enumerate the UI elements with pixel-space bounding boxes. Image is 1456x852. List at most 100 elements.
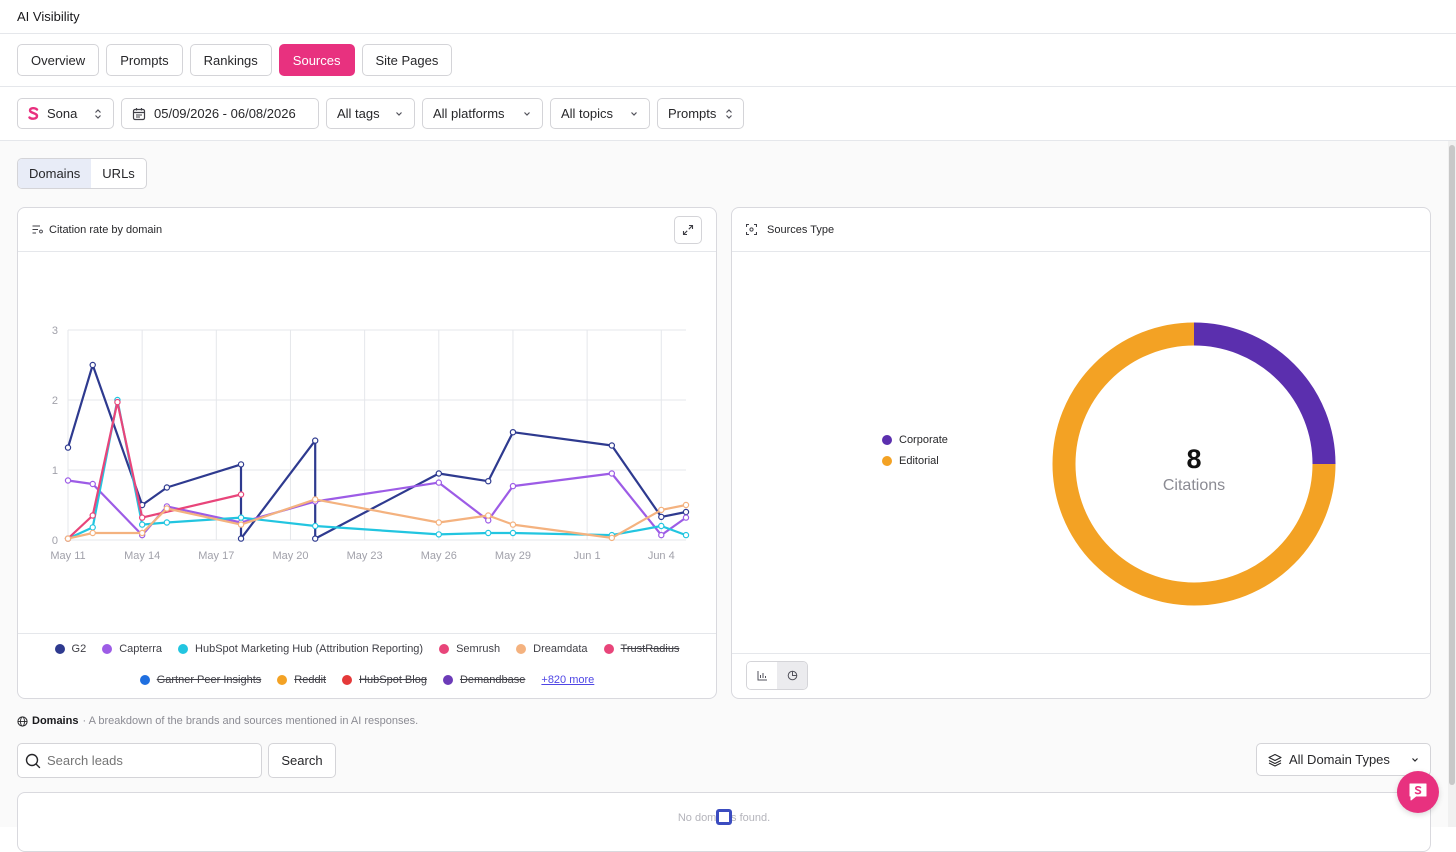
data-point[interactable]: [509, 529, 517, 537]
data-point[interactable]: [658, 506, 665, 514]
data-point[interactable]: [237, 521, 245, 528]
legend-more-link[interactable]: +820 more: [541, 674, 594, 686]
data-point[interactable]: [237, 491, 245, 498]
legend-item-capterra[interactable]: Capterra: [102, 643, 162, 655]
donut-slice-corporate[interactable]: [1193, 322, 1336, 465]
data-point[interactable]: [435, 531, 442, 538]
view-toggle-urls[interactable]: URLs: [91, 159, 146, 188]
data-point[interactable]: [312, 522, 319, 530]
sources-type-card-header: Sources Type: [732, 208, 1430, 252]
data-point[interactable]: [89, 361, 96, 369]
platforms-select[interactable]: All platforms: [422, 98, 543, 129]
tab-prompts[interactable]: Prompts: [106, 44, 183, 76]
data-point[interactable]: [485, 512, 492, 519]
search-input[interactable]: [47, 753, 247, 768]
legend-item-semrush[interactable]: Semrush: [439, 643, 500, 655]
domain-types-select[interactable]: All Domain Types: [1256, 743, 1431, 776]
data-point[interactable]: [682, 531, 690, 539]
data-point[interactable]: [682, 501, 690, 509]
data-point[interactable]: [64, 444, 72, 451]
data-point[interactable]: [89, 524, 96, 531]
search-field[interactable]: [17, 743, 262, 778]
tab-sources[interactable]: Sources: [278, 44, 355, 76]
data-point[interactable]: [163, 505, 171, 512]
data-point[interactable]: [64, 477, 72, 484]
pie-legend-editorial[interactable]: Editorial: [882, 455, 948, 467]
data-point[interactable]: [485, 529, 492, 537]
data-point[interactable]: [658, 513, 665, 521]
data-point[interactable]: [312, 535, 319, 542]
expand-chart-button[interactable]: [674, 216, 702, 244]
tab-rankings[interactable]: Rankings: [189, 44, 272, 76]
pie-chart-toggle[interactable]: [777, 662, 807, 689]
data-point[interactable]: [64, 535, 72, 542]
data-point[interactable]: [658, 522, 665, 530]
globe-icon: [17, 715, 28, 727]
data-point[interactable]: [138, 514, 146, 521]
legend-label: Reddit: [294, 674, 327, 686]
brand-select[interactable]: Sona: [17, 98, 114, 129]
data-point[interactable]: [138, 521, 146, 528]
data-point[interactable]: [89, 480, 96, 488]
legend-item-dreamdata[interactable]: Dreamdata: [516, 643, 588, 655]
data-point[interactable]: [509, 482, 517, 490]
data-point[interactable]: [682, 508, 690, 516]
main-content: Domains URLs Citation rate by domain 0 1 2…: [0, 141, 1448, 852]
data-point[interactable]: [435, 519, 442, 526]
data-point[interactable]: [435, 479, 442, 486]
legend-label: Gartner Peer Insights: [156, 674, 262, 686]
bar-chart-toggle[interactable]: [747, 662, 777, 689]
date-range-label: 05/09/2026 - 06/08/2026: [154, 106, 296, 121]
page-scrollbar[interactable]: [1448, 141, 1456, 827]
series-line-hubspot-marketing-hub-attribution-reporting-[interactable]: [67, 398, 687, 540]
tab-site-pages[interactable]: Site Pages: [361, 44, 453, 76]
legend-item-reddit[interactable]: Reddit: [277, 674, 326, 686]
domain-types-label: All Domain Types: [1289, 752, 1390, 767]
data-point[interactable]: [89, 529, 96, 537]
legend-item-g2[interactable]: G2: [54, 643, 86, 655]
scrollbar-thumb[interactable]: [1449, 145, 1455, 785]
data-point[interactable]: [608, 534, 616, 542]
legend-item-trustradius[interactable]: TrustRadius: [603, 643, 679, 655]
data-point[interactable]: [509, 521, 517, 528]
date-range-picker[interactable]: 05/09/2026 - 06/08/2026: [121, 98, 319, 129]
data-point[interactable]: [485, 477, 492, 485]
data-point[interactable]: [138, 529, 146, 537]
data-point[interactable]: [312, 437, 319, 444]
view-toggle-domains[interactable]: Domains: [18, 159, 92, 188]
legend-item-gartner-peer-insights[interactable]: Gartner Peer Insights: [139, 674, 262, 686]
legend-item-demandbase[interactable]: Demandbase: [442, 674, 525, 686]
legend-label: Editorial: [899, 455, 939, 467]
data-point[interactable]: [237, 461, 245, 468]
chevron-down-icon: [631, 111, 637, 116]
chat-widget-button[interactable]: [1397, 771, 1439, 813]
data-point[interactable]: [682, 514, 690, 521]
legend-item-hubspot-blog[interactable]: HubSpot Blog: [342, 674, 427, 686]
data-point[interactable]: [237, 535, 245, 542]
search-button[interactable]: Search: [268, 743, 336, 778]
data-point[interactable]: [509, 428, 517, 436]
data-point[interactable]: [163, 519, 171, 526]
mode-select[interactable]: Prompts: [657, 98, 744, 129]
data-point[interactable]: [114, 398, 121, 406]
data-point[interactable]: [435, 470, 442, 477]
tags-select[interactable]: All tags: [326, 98, 415, 129]
tab-overview[interactable]: Overview: [17, 44, 100, 76]
data-point[interactable]: [89, 512, 96, 519]
legend-item-hubspot-marketing-hub[interactable]: HubSpot Marketing Hub (Attribution Repor…: [178, 643, 423, 655]
series-line-capterra[interactable]: [67, 472, 687, 537]
data-point[interactable]: [237, 514, 245, 521]
chevron-down-icon: [524, 111, 530, 116]
pie-legend-corporate[interactable]: Corporate: [882, 434, 948, 446]
data-point[interactable]: [163, 484, 171, 491]
data-point[interactable]: [658, 531, 665, 539]
layers-icon: [1268, 753, 1282, 767]
chat-bubble-icon: [1409, 783, 1427, 801]
data-point[interactable]: [312, 496, 319, 503]
data-point[interactable]: [608, 442, 616, 449]
tab-bar: Overview Prompts Rankings Sources Site P…: [0, 34, 1456, 87]
y-tick-label: 0: [52, 535, 58, 547]
legend-dot: [342, 675, 353, 685]
topics-select[interactable]: All topics: [550, 98, 650, 129]
data-point[interactable]: [608, 470, 616, 477]
